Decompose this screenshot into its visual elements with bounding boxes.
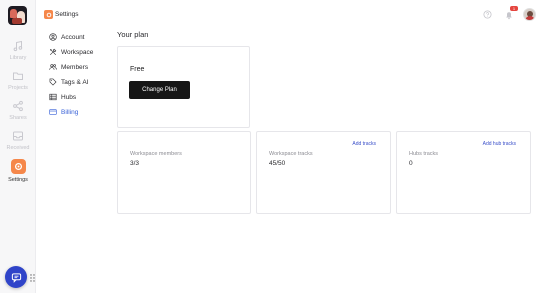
folder-icon xyxy=(13,72,23,80)
rail-item-label: Library xyxy=(9,55,27,61)
users-icon xyxy=(49,64,57,70)
nav-item-hubs[interactable]: Hubs xyxy=(49,91,76,103)
avatar[interactable] xyxy=(523,8,536,21)
card-value: 45/50 xyxy=(269,160,286,167)
help-icon[interactable] xyxy=(483,10,492,19)
notification-badge: 1 xyxy=(510,6,518,11)
rail-item-label: Shares xyxy=(9,115,27,121)
nav-item-label: Tags & AI xyxy=(61,78,89,86)
rail-item-settings[interactable]: Settings xyxy=(0,159,36,183)
hubs-tracks-card: Add hub tracks Hubs tracks 0 xyxy=(396,131,531,214)
card-label: Hubs tracks xyxy=(409,151,439,157)
add-hub-tracks-link[interactable]: Add hub tracks xyxy=(483,141,516,147)
rail-item-label: Projects xyxy=(8,85,28,91)
section-title: Your plan xyxy=(117,30,149,39)
change-plan-button[interactable]: Change Plan xyxy=(129,81,190,99)
app-logo[interactable] xyxy=(8,6,27,25)
add-tracks-link[interactable]: Add tracks xyxy=(352,141,376,147)
nav-item-workspace[interactable]: Workspace xyxy=(49,46,93,58)
app-rail: Library Projects Shares Received Setting… xyxy=(0,0,36,293)
nav-item-label: Hubs xyxy=(61,93,77,101)
chat-button[interactable] xyxy=(5,266,27,288)
settings-logo-icon xyxy=(44,10,53,19)
nav-item-label: Billing xyxy=(61,108,79,116)
user-circle-icon xyxy=(49,33,57,41)
card-label: Workspace tracks xyxy=(269,151,313,157)
rail-item-label: Settings xyxy=(8,177,28,183)
music-note-icon xyxy=(13,40,23,52)
hub-icon xyxy=(49,93,57,101)
nav-item-tags-ai[interactable]: Tags & AI xyxy=(49,76,88,88)
credit-card-icon xyxy=(49,109,57,115)
card-label: Workspace members xyxy=(130,151,182,157)
card-value: 3/3 xyxy=(130,160,140,167)
plan-card: Free Change Plan xyxy=(117,46,250,128)
gear-icon xyxy=(10,159,26,174)
bell-icon[interactable] xyxy=(504,10,514,20)
nav-item-members[interactable]: Members xyxy=(49,61,88,73)
nav-item-label: Workspace xyxy=(61,48,94,56)
share-icon xyxy=(13,100,23,112)
rail-item-shares[interactable]: Shares xyxy=(0,100,36,121)
tag-icon xyxy=(49,78,57,86)
card-value: 0 xyxy=(409,160,413,167)
page-title: Settings xyxy=(55,11,79,18)
rail-item-library[interactable]: Library xyxy=(0,40,36,61)
inbox-icon xyxy=(13,131,23,141)
workspace-tracks-card: Add tracks Workspace tracks 45/50 xyxy=(256,131,391,214)
chat-icon xyxy=(11,272,21,283)
rail-item-received[interactable]: Received xyxy=(0,130,36,151)
nav-item-account[interactable]: Account xyxy=(49,31,85,43)
tools-icon xyxy=(49,48,57,56)
rail-item-label: Received xyxy=(6,145,30,151)
nav-item-label: Members xyxy=(61,63,89,71)
rail-item-projects[interactable]: Projects xyxy=(0,70,36,91)
nav-item-label: Account xyxy=(61,33,85,41)
plan-name: Free xyxy=(130,66,145,73)
drag-handle-icon[interactable] xyxy=(30,274,35,282)
workspace-members-card: Workspace members 3/3 xyxy=(117,131,251,214)
nav-item-billing[interactable]: Billing xyxy=(49,106,78,118)
